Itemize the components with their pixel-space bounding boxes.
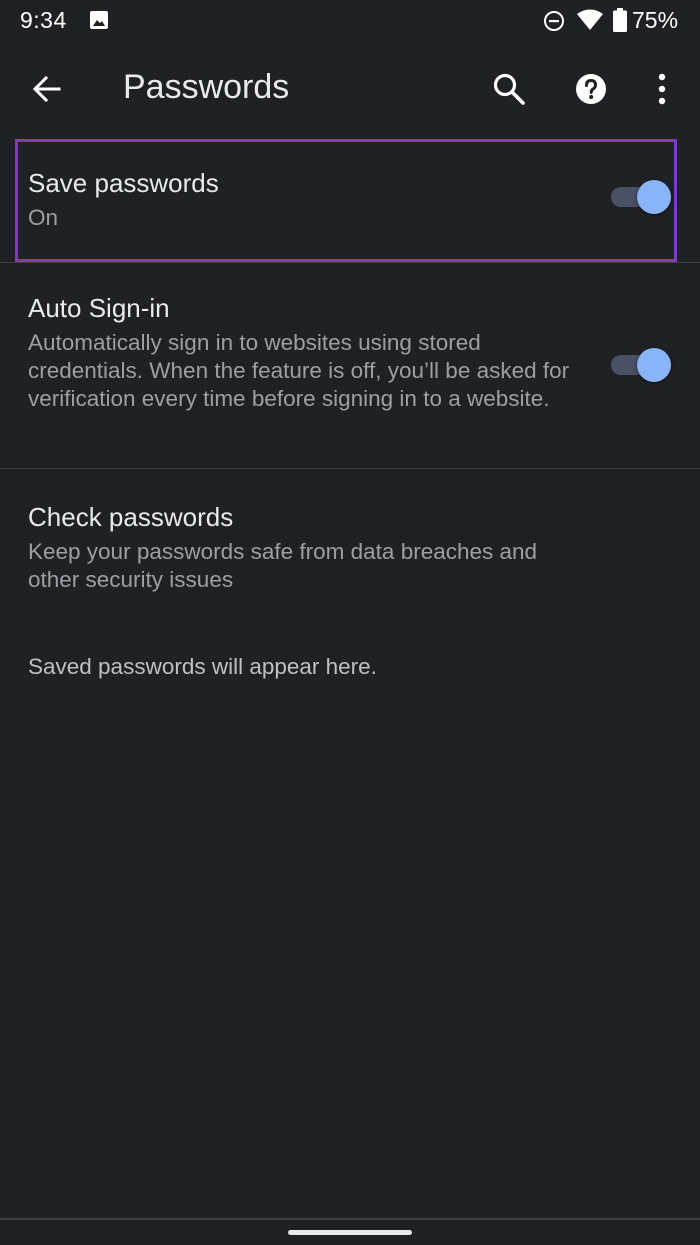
home-handle[interactable] [288,1230,412,1235]
save-passwords-row[interactable]: Save passwords On [0,140,700,262]
check-passwords-row[interactable]: Check passwords Keep your passwords safe… [0,469,700,609]
passwords-screen: 9:34 75% Passwords Save passwords On Aut… [0,0,700,1245]
toggle-thumb [637,180,671,214]
check-passwords-description: Keep your passwords safe from data breac… [28,539,538,592]
status-bar: 9:34 75% [0,0,700,44]
battery-icon [613,8,627,32]
auto-signin-title: Auto Sign-in [28,293,170,323]
do-not-disturb-icon [544,11,564,31]
toggle-thumb [637,348,671,382]
save-passwords-title: Save passwords [28,168,219,198]
battery-percent: 75% [632,7,679,33]
empty-state-text: Saved passwords will appear here. [28,654,377,679]
gesture-nav-bar [0,1220,700,1245]
save-passwords-toggle[interactable] [609,177,671,217]
search-icon[interactable] [491,71,527,107]
auto-signin-row[interactable]: Auto Sign-in Automatically sign in to we… [0,263,700,468]
status-time: 9:34 [20,7,67,33]
page-title: Passwords [123,68,290,106]
save-passwords-status: On [28,205,59,230]
auto-signin-description: Automatically sign in to websites using … [28,330,570,411]
back-arrow-icon[interactable] [31,73,63,105]
check-passwords-title: Check passwords [28,502,234,532]
gallery-icon [90,11,108,29]
help-icon[interactable] [575,73,607,105]
auto-signin-toggle[interactable] [609,345,671,385]
more-vert-icon[interactable] [650,72,674,106]
app-toolbar: Passwords [0,44,700,136]
wifi-icon [577,9,603,30]
